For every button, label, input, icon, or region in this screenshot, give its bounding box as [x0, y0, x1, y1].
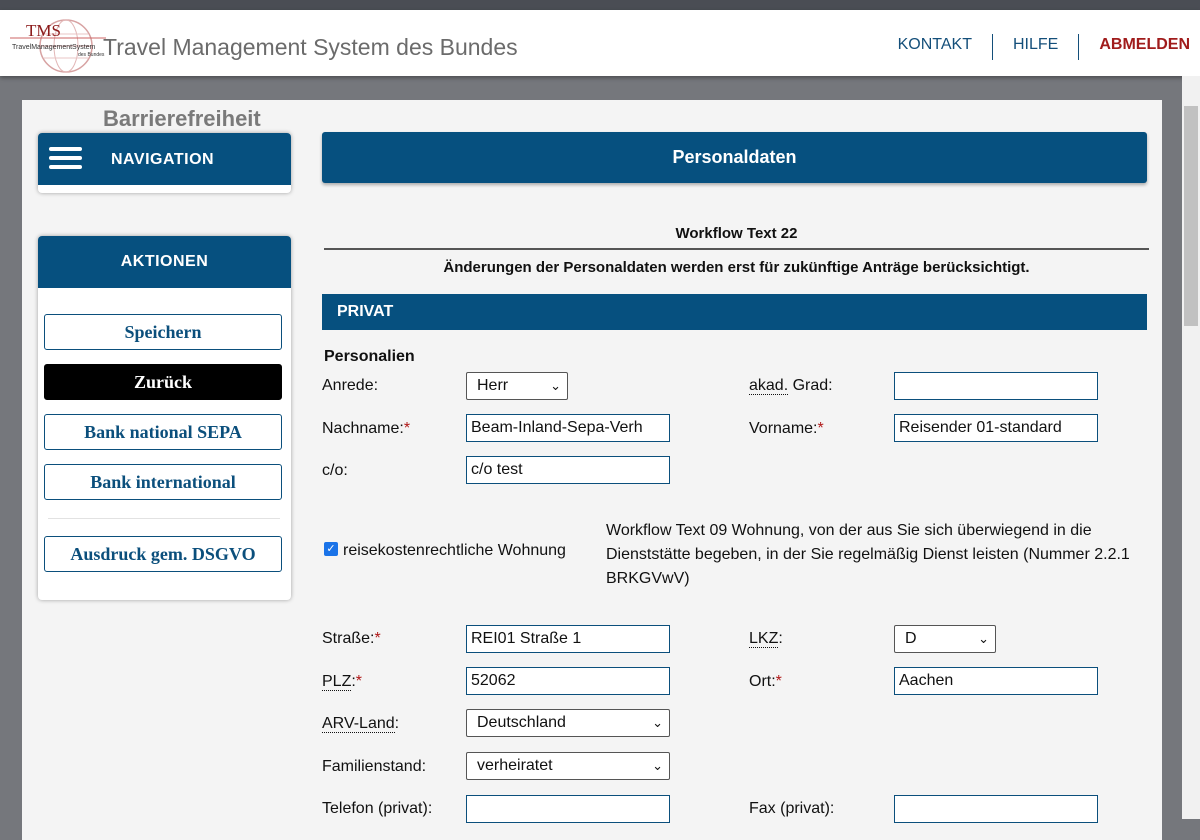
- navigation-panel: NAVIGATION: [38, 133, 291, 193]
- page-scrollbar[interactable]: [1182, 76, 1200, 819]
- personalien-heading: Personalien: [324, 348, 415, 365]
- arv-land-label-suffix: :: [394, 715, 400, 732]
- arv-land-label: ARV-Land:: [322, 715, 399, 733]
- notice-text: Änderungen der Personaldaten werden erst…: [443, 259, 1030, 276]
- abmelden-link[interactable]: ABMELDEN: [1078, 34, 1190, 60]
- wohnung-label[interactable]: reisekostenrechtliche Wohnung: [343, 542, 566, 560]
- hamburger-menu-icon[interactable]: [49, 147, 82, 169]
- app-title: Travel Management System des Bundes: [103, 34, 518, 60]
- familienstand-select[interactable]: verheiratet ⌄: [466, 752, 670, 780]
- navigation-toggle[interactable]: NAVIGATION: [38, 133, 291, 185]
- familienstand-label: Familienstand:: [322, 758, 427, 775]
- ort-label: Ort:*: [749, 673, 782, 691]
- page-title: Personaldaten: [322, 132, 1147, 183]
- lkz-select[interactable]: D ⌄: [894, 625, 996, 653]
- svg-text:des Bundes: des Bundes: [78, 52, 105, 58]
- anrede-select[interactable]: Herr ⌄: [466, 372, 568, 400]
- tms-logo: TMS TravelManagementSystem des Bundes: [10, 19, 106, 73]
- lkz-value: D: [905, 630, 917, 647]
- barrierefreiheit-label[interactable]: Barrierefreiheit: [103, 106, 261, 132]
- plz-input[interactable]: 52062: [466, 667, 670, 695]
- section-privat-heading: PRIVAT: [322, 294, 1147, 330]
- akad-grad-input[interactable]: [894, 372, 1098, 400]
- anrede-label: Anrede:: [322, 377, 379, 394]
- hilfe-link[interactable]: HILFE: [991, 34, 1078, 60]
- kontakt-link[interactable]: KONTAKT: [878, 34, 992, 60]
- strasse-input[interactable]: REI01 Straße 1: [466, 625, 670, 653]
- speichern-button[interactable]: Speichern: [44, 314, 282, 350]
- plz-abbr: PLZ: [322, 673, 352, 691]
- fax-label: Fax (privat):: [749, 800, 835, 817]
- anrede-value: Herr: [477, 377, 509, 394]
- svg-text:TravelManagementSystem: TravelManagementSystem: [12, 44, 96, 51]
- bank-national-sepa-button[interactable]: Bank national SEPA: [44, 414, 282, 450]
- co-input[interactable]: c/o test: [466, 456, 670, 484]
- plz-label: PLZ:*: [322, 673, 362, 691]
- navigation-label: NAVIGATION: [111, 151, 215, 168]
- svg-text:TMS: TMS: [26, 21, 61, 40]
- chevron-down-icon: ⌄: [550, 378, 561, 393]
- top-navigation: KONTAKT HILFE ABMELDEN: [878, 32, 1190, 62]
- wohnung-checkbox[interactable]: ✓: [324, 542, 338, 556]
- required-mark: *: [817, 420, 824, 437]
- lkz-label: LKZ:: [749, 630, 783, 648]
- scrollbar-thumb[interactable]: [1184, 106, 1198, 326]
- chevron-down-icon: ⌄: [652, 758, 663, 773]
- bank-international-button[interactable]: Bank international: [44, 464, 282, 500]
- actions-divider: [48, 518, 280, 519]
- akad-grad-label-rest: Grad:: [788, 377, 833, 394]
- required-mark: *: [355, 673, 363, 690]
- ort-label-text: Ort:: [749, 673, 776, 690]
- chevron-down-icon: ⌄: [652, 715, 663, 730]
- window-top-strip: [0, 0, 1200, 10]
- required-mark: *: [374, 630, 381, 647]
- arv-land-value: Deutschland: [477, 714, 566, 731]
- ausdruck-dsgvo-button[interactable]: Ausdruck gem. DSGVO: [44, 536, 282, 572]
- arv-land-abbr: ARV-Land: [322, 715, 395, 733]
- actions-heading: AKTIONEN: [38, 236, 291, 288]
- chevron-down-icon: ⌄: [978, 631, 989, 646]
- co-label: c/o:: [322, 462, 348, 479]
- strasse-label: Straße:*: [322, 630, 381, 648]
- akad-grad-label: akad. Grad:: [749, 377, 833, 395]
- workflow-text-22: Workflow Text 22: [675, 225, 798, 242]
- ort-input[interactable]: Aachen: [894, 667, 1098, 695]
- lkz-label-suffix: :: [778, 630, 783, 647]
- strasse-label-text: Straße:: [322, 630, 375, 647]
- lkz-abbr: LKZ: [749, 630, 779, 648]
- vorname-input[interactable]: Reisender 01-standard: [894, 414, 1098, 442]
- akad-abbr: akad.: [749, 377, 789, 395]
- nachname-input[interactable]: Beam-Inland-Sepa-Verh: [466, 414, 670, 442]
- zurueck-button[interactable]: Zurück: [44, 364, 282, 400]
- nachname-label-text: Nachname:: [322, 420, 404, 437]
- arv-land-select[interactable]: Deutschland ⌄: [466, 709, 670, 737]
- app-header: TMS TravelManagementSystem des Bundes Tr…: [0, 10, 1200, 76]
- required-mark: *: [775, 673, 782, 690]
- title-divider: [324, 248, 1149, 250]
- familienstand-value: verheiratet: [477, 757, 553, 774]
- vorname-label: Vorname:*: [749, 420, 824, 438]
- nachname-label: Nachname:*: [322, 420, 410, 438]
- actions-panel: AKTIONEN Speichern Zurück Bank national …: [38, 236, 291, 600]
- required-mark: *: [403, 420, 411, 437]
- telefon-label: Telefon (privat):: [322, 800, 433, 817]
- workflow-text-09: Workflow Text 09 Wohnung, von der aus Si…: [606, 522, 1130, 587]
- vorname-label-text: Vorname:: [749, 420, 818, 437]
